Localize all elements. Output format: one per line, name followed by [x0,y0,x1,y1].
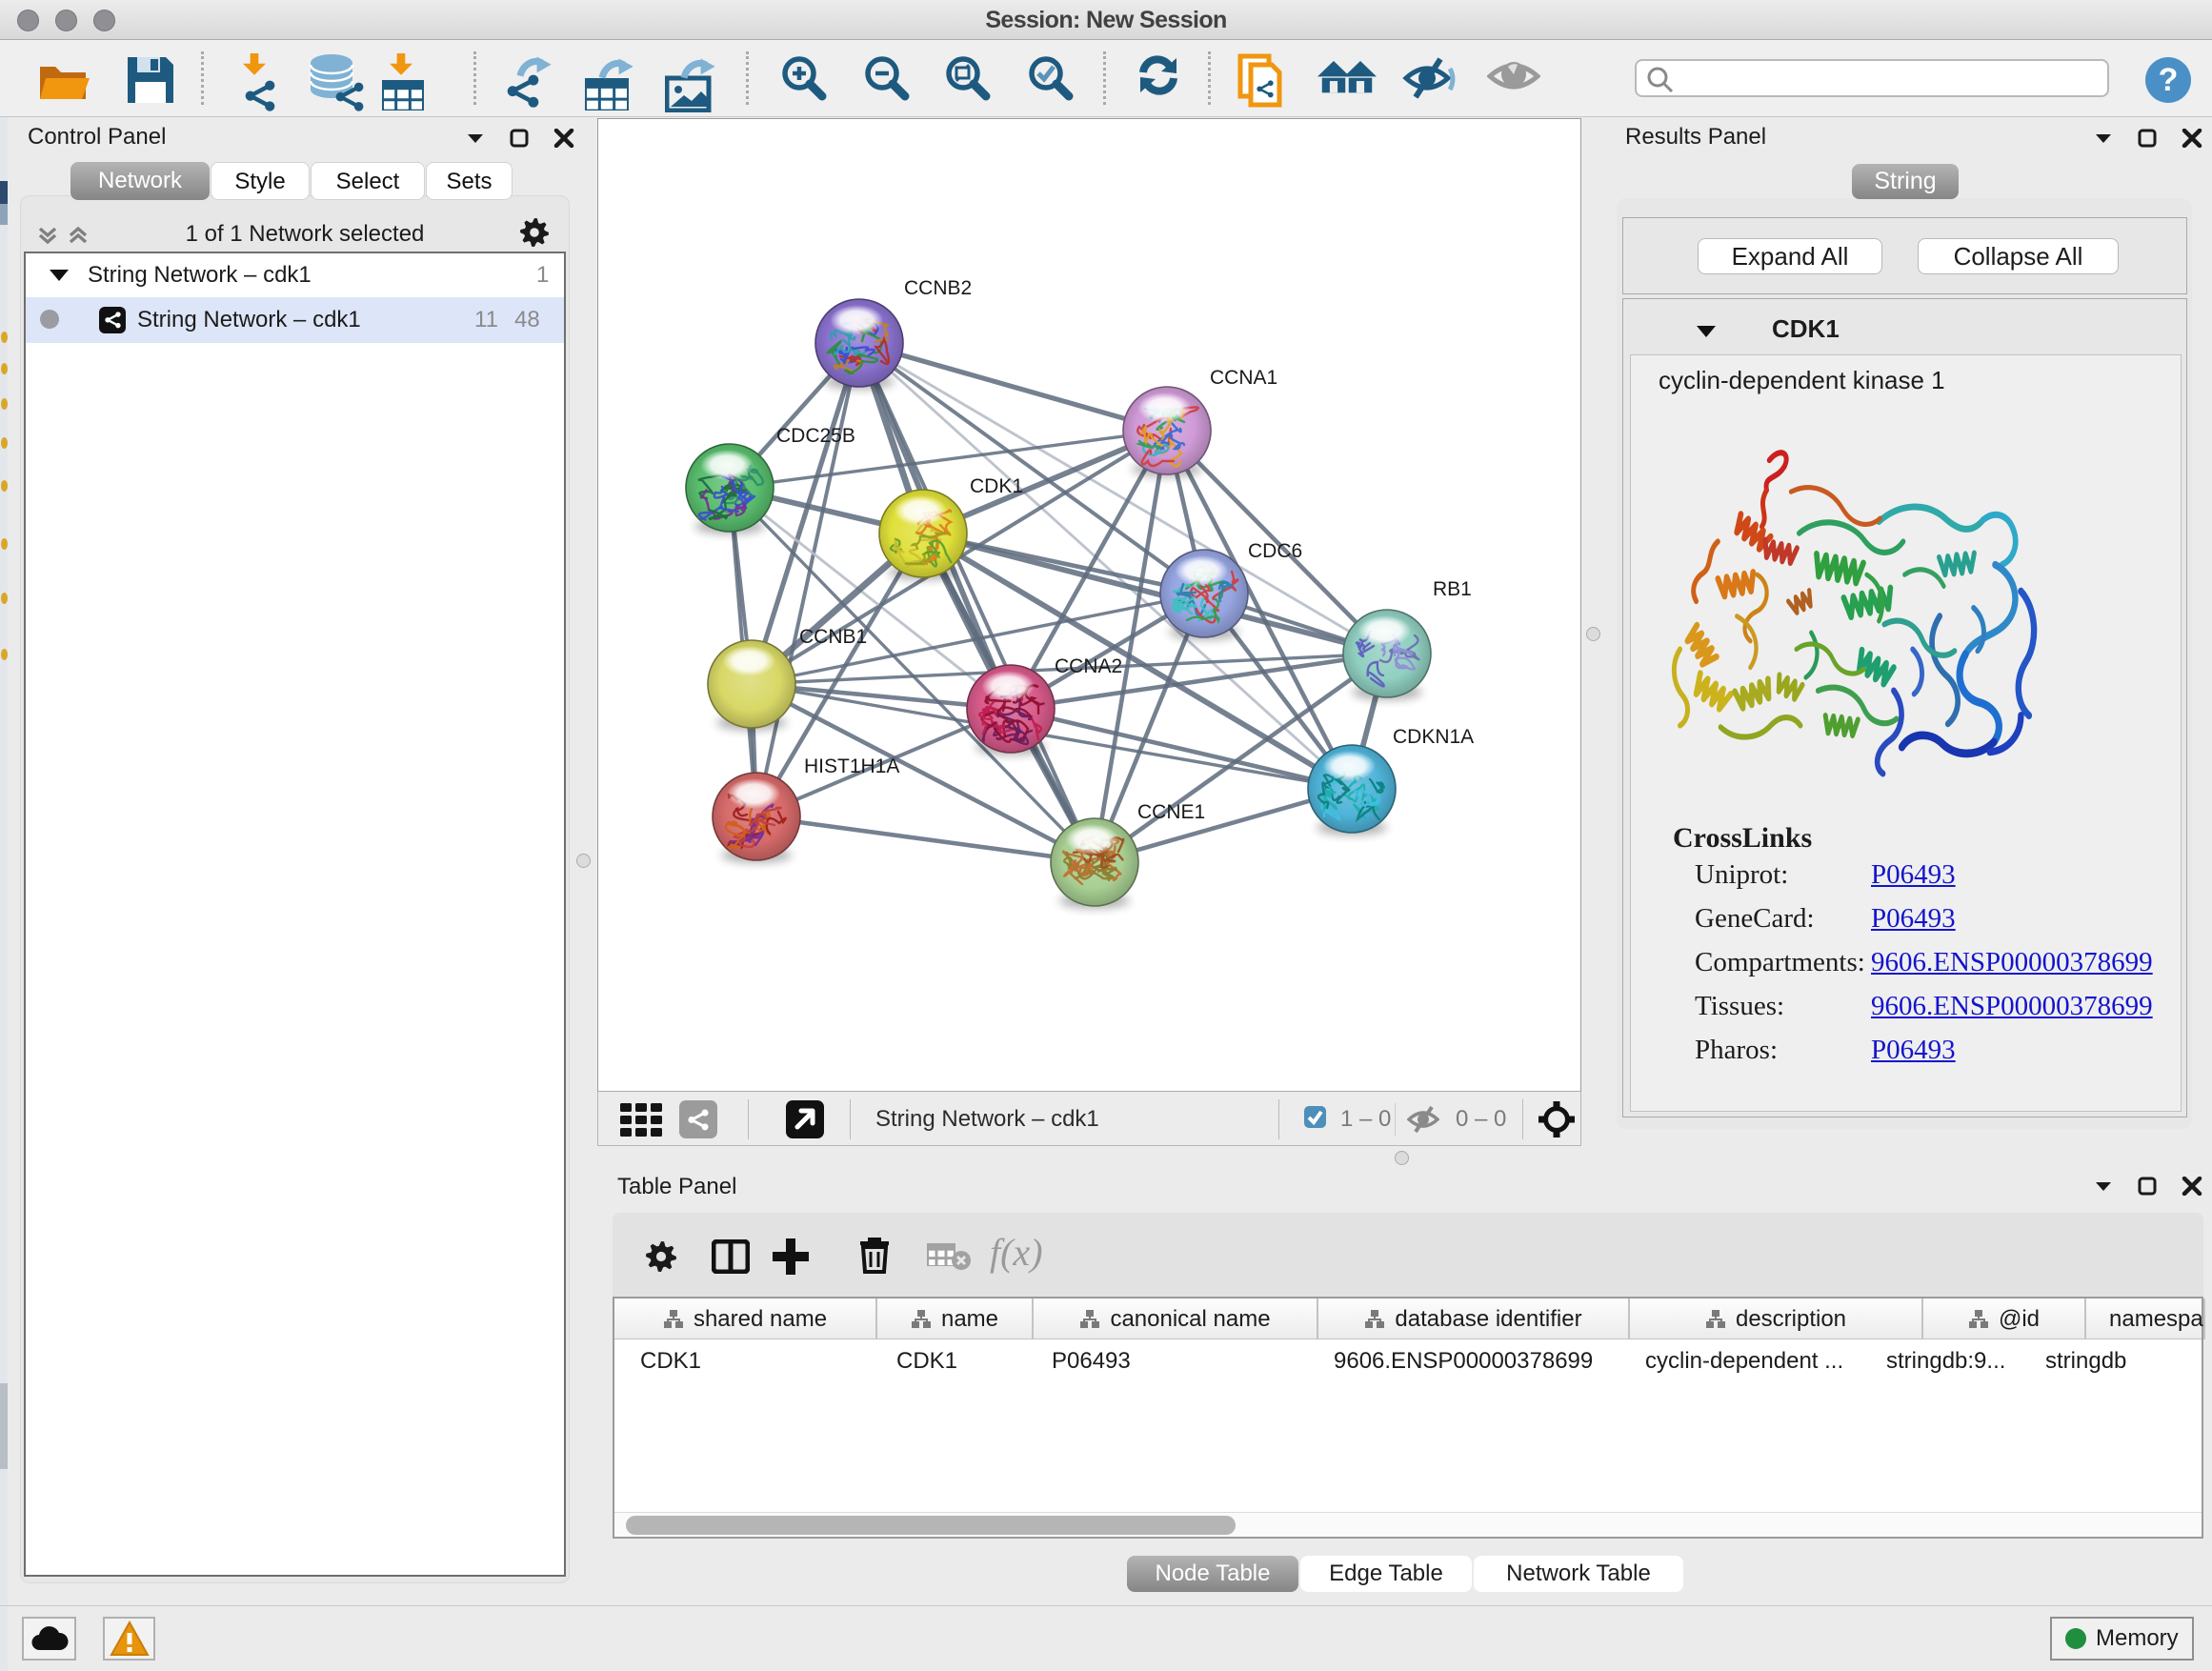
svg-text:CCNB2: CCNB2 [904,277,972,299]
svg-text:CCNA2: CCNA2 [1055,655,1122,677]
svg-text:CDK1: CDK1 [970,475,1023,497]
svg-text:HIST1H1A: HIST1H1A [804,755,899,777]
svg-text:RB1: RB1 [1433,578,1472,600]
svg-text:CDC25B: CDC25B [776,425,855,447]
svg-text:CDKN1A: CDKN1A [1393,726,1474,748]
svg-text:CDC6: CDC6 [1248,540,1302,562]
svg-text:?: ? [2159,62,2179,98]
svg-text:CCNB1: CCNB1 [799,626,867,648]
svg-text:CCNE1: CCNE1 [1137,801,1205,823]
svg-text:CCNA1: CCNA1 [1210,367,1277,389]
